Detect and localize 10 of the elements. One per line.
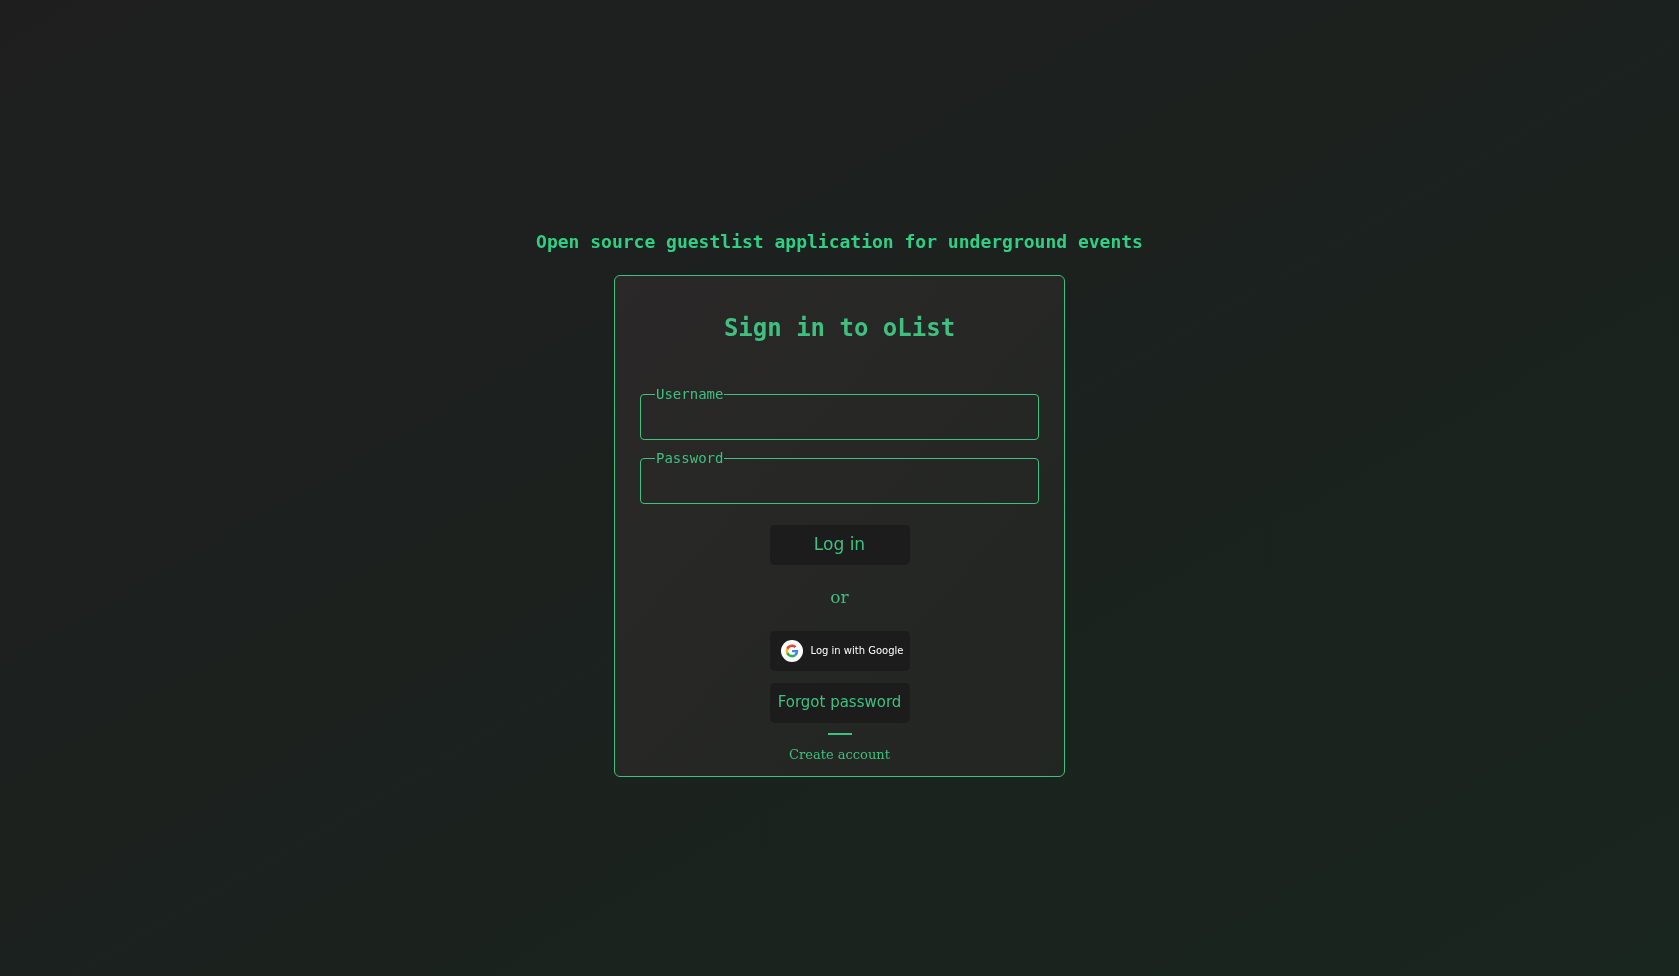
tagline: Open source guestlist application for underground events — [536, 230, 1143, 254]
field-label: Password — [656, 450, 724, 466]
google-login-button[interactable]: Log in with Google — [769, 630, 910, 671]
login-button[interactable]: Log in — [769, 525, 910, 565]
card-title: Sign in to oList — [723, 313, 956, 344]
google-icon — [780, 639, 803, 662]
create-account-link[interactable]: Create account — [789, 744, 890, 764]
or-separator: or — [830, 586, 849, 609]
forgot-password-button[interactable]: Forgot password — [769, 682, 910, 723]
field-label: Username — [656, 386, 724, 402]
